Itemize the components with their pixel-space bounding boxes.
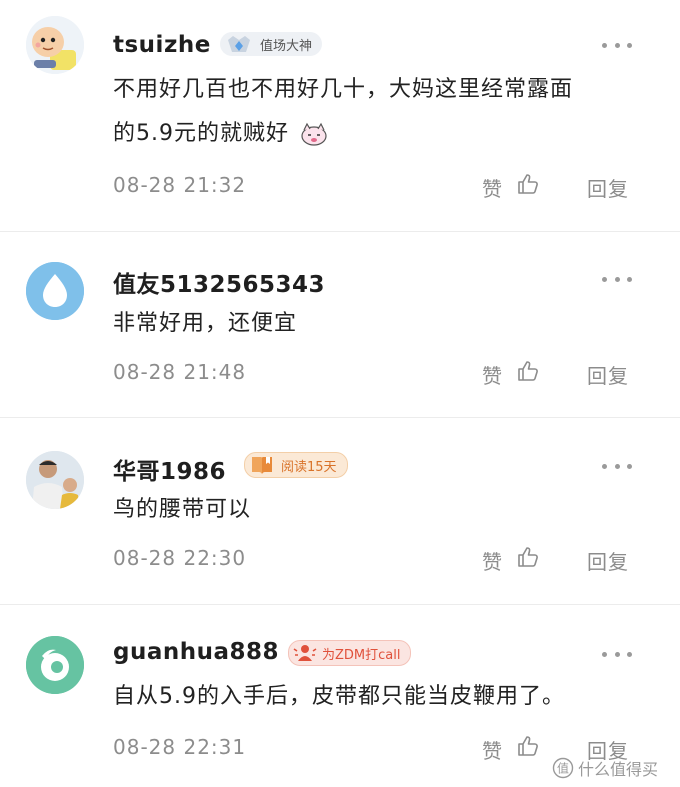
badge-label: 值场大神: [260, 38, 313, 54]
comment-text: 鸟的腰带可以: [113, 488, 251, 532]
like-label[interactable]: 赞: [482, 735, 502, 764]
thumbs-up-icon[interactable]: [516, 545, 540, 569]
avatar[interactable]: [26, 451, 84, 509]
more-options-icon[interactable]: [602, 41, 632, 49]
username[interactable]: 值友5132565343: [113, 265, 325, 299]
comment-line-with-emoji: 的5.9元的就贼好: [113, 112, 573, 156]
badge-label: 阅读15天: [281, 459, 337, 475]
more-options-icon[interactable]: [602, 462, 632, 470]
comment-line: 鸟的腰带可以: [113, 497, 252, 522]
comment-line: 自从5.9的入手后，皮带都只能当皮鞭用了。: [113, 684, 565, 709]
cartoon-avatar-icon: [26, 16, 84, 74]
thumbs-up-icon[interactable]: [516, 359, 540, 383]
username[interactable]: guanhua888: [113, 639, 279, 665]
badge-label: 为ZDM打call: [322, 647, 401, 663]
user-badge: 值场大神: [220, 32, 323, 56]
watermark-text: 什么值得买: [578, 760, 659, 779]
comment-text: 不用好几百也不用好几十，大妈这里经常露面 的5.9元的就贼好: [113, 68, 573, 156]
comment-text: 自从5.9的入手后，皮带都只能当皮鞭用了。: [113, 675, 565, 719]
cat-emoji-icon: [301, 122, 327, 146]
photo-avatar-icon: [26, 451, 84, 509]
megaphone-icon: [293, 645, 317, 661]
like-label[interactable]: 赞: [482, 360, 502, 389]
username[interactable]: 华哥1986: [113, 452, 226, 486]
avatar[interactable]: [26, 636, 84, 694]
thumbs-up-icon[interactable]: [516, 172, 540, 196]
svg-text:值: 值: [557, 761, 569, 776]
comment-line: 的5.9元的就贼好: [113, 121, 289, 146]
timestamp: 08-28 22:31: [113, 735, 247, 759]
avatar[interactable]: [26, 262, 84, 320]
watermark: 值 什么值得买: [552, 756, 658, 780]
thumbs-up-icon[interactable]: [516, 734, 540, 758]
reply-button[interactable]: 回复: [587, 360, 629, 389]
comment-line: 非常好用，还便宜: [113, 311, 298, 336]
more-options-icon[interactable]: [602, 650, 632, 658]
book-icon: [252, 457, 272, 474]
reply-button[interactable]: 回复: [587, 546, 629, 575]
timestamp: 08-28 21:32: [113, 173, 247, 197]
divider: [0, 604, 680, 605]
more-options-icon[interactable]: [602, 275, 632, 283]
username[interactable]: tsuizhe: [113, 32, 211, 58]
crown-diamond-icon: [228, 36, 250, 52]
divider: [0, 231, 680, 232]
default-avatar-icon: [26, 262, 84, 320]
timestamp: 08-28 21:48: [113, 360, 247, 384]
like-label[interactable]: 赞: [482, 173, 502, 202]
reply-button[interactable]: 回复: [587, 173, 629, 202]
user-badge: 阅读15天: [244, 452, 348, 478]
like-label[interactable]: 赞: [482, 546, 502, 575]
user-badge: 为ZDM打call: [288, 640, 412, 666]
timestamp: 08-28 22:30: [113, 546, 247, 570]
comment-line: 不用好几百也不用好几十，大妈这里经常露面: [113, 77, 574, 102]
default-avatar-icon: [26, 636, 84, 694]
comment-text: 非常好用，还便宜: [113, 302, 297, 346]
divider: [0, 417, 680, 418]
avatar[interactable]: [26, 16, 84, 74]
smzdm-logo-icon: 值: [552, 757, 574, 779]
